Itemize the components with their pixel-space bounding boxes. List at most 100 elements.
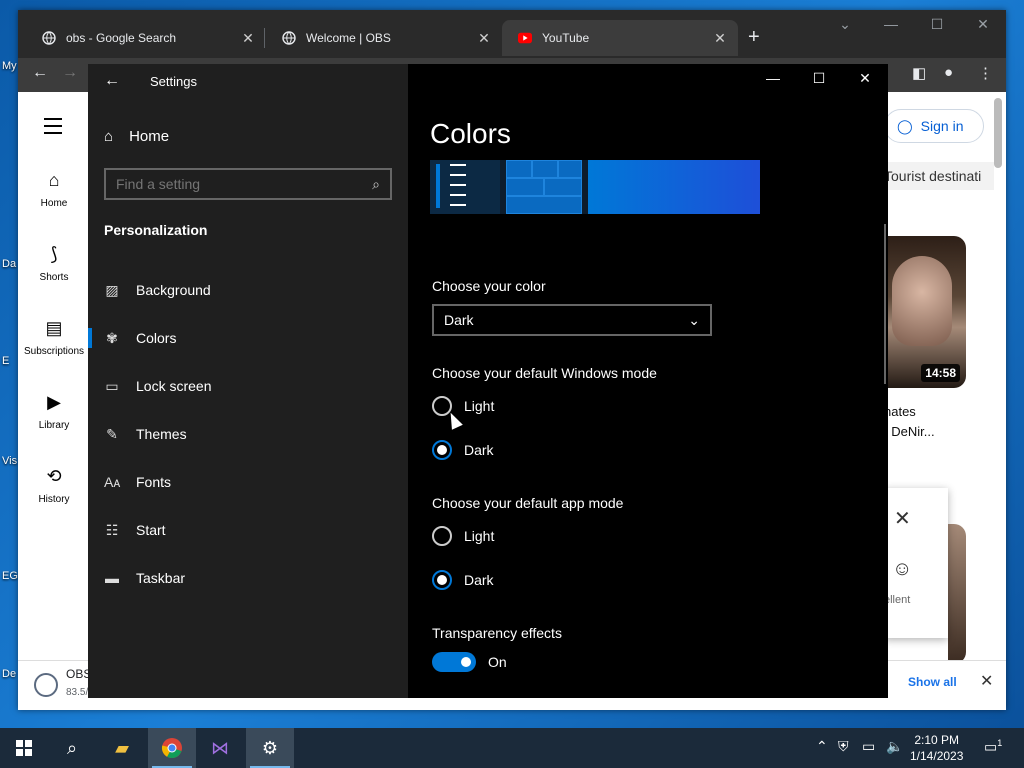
toggle-state: On bbox=[488, 654, 507, 670]
close-icon[interactable]: ✕ bbox=[712, 30, 728, 47]
close-window-icon[interactable]: ✕ bbox=[968, 16, 998, 33]
close-window-icon[interactable]: ✕ bbox=[850, 70, 880, 87]
visual-studio-icon[interactable]: ⋈ bbox=[196, 728, 244, 768]
start-icon: ☷ bbox=[105, 521, 119, 538]
windows-mode-light-radio[interactable]: Light bbox=[432, 396, 494, 416]
back-arrow-icon[interactable]: ← bbox=[32, 64, 48, 82]
tab-search-icon[interactable]: ⌄ bbox=[830, 16, 860, 33]
scrollbar[interactable] bbox=[994, 98, 1002, 168]
desktop-icon-label[interactable]: E bbox=[2, 355, 9, 367]
windows-start-icon[interactable] bbox=[0, 728, 48, 768]
youtube-sidebar: ⌂ Home ⟆ Shorts ▤ Subscriptions ▶ Librar… bbox=[18, 92, 90, 710]
nav-subscriptions[interactable]: ▤ Subscriptions bbox=[18, 318, 90, 357]
smiley-icon[interactable]: ☺ bbox=[892, 558, 912, 581]
radio-circle[interactable] bbox=[432, 440, 452, 460]
toggle-switch[interactable] bbox=[432, 652, 476, 672]
search-box[interactable]: ⌕ bbox=[104, 168, 392, 200]
search-icon[interactable]: ⌕ bbox=[372, 176, 380, 193]
network-icon[interactable]: ▭ bbox=[862, 738, 875, 755]
close-icon[interactable]: ✕ bbox=[980, 671, 993, 691]
desktop-icon-label[interactable]: My bbox=[2, 60, 17, 72]
settings-item-label: Lock screen bbox=[136, 378, 212, 394]
notification-icon[interactable]: ▭1 bbox=[984, 738, 1002, 756]
chevron-up-icon[interactable]: ⌃ bbox=[816, 738, 828, 755]
show-all-button[interactable]: Show all bbox=[908, 675, 957, 689]
settings-item-taskbar[interactable]: ▬ Taskbar bbox=[88, 558, 408, 598]
volume-icon[interactable]: 🔈 bbox=[886, 738, 903, 755]
feedback-popup: ✕ ☺ ellent bbox=[884, 488, 948, 638]
settings-item-lock-screen[interactable]: ▭ Lock screen bbox=[88, 366, 408, 406]
tab-google-search[interactable]: obs - Google Search ✕ bbox=[26, 20, 266, 56]
minimize-icon[interactable]: — bbox=[876, 16, 906, 32]
nav-library[interactable]: ▶ Library bbox=[18, 392, 90, 431]
video-title[interactable]: nates t DeNir... bbox=[884, 402, 984, 442]
forward-arrow-icon[interactable]: → bbox=[62, 64, 78, 82]
scrollbar[interactable] bbox=[884, 224, 886, 384]
close-icon[interactable]: ✕ bbox=[240, 30, 256, 47]
more-menu-icon[interactable]: ⋮ bbox=[978, 64, 993, 82]
close-icon[interactable]: ✕ bbox=[894, 506, 911, 531]
search-icon[interactable]: ⌕ bbox=[48, 728, 96, 768]
subscriptions-icon: ▤ bbox=[45, 318, 63, 338]
sidebar-icon[interactable]: ◧ bbox=[912, 64, 926, 82]
clock[interactable]: 2:10 PM 1/14/2023 bbox=[910, 732, 963, 764]
profile-icon[interactable]: ● bbox=[944, 64, 953, 81]
maximize-icon[interactable]: ☐ bbox=[922, 16, 952, 33]
lock-screen-icon: ▭ bbox=[105, 377, 119, 394]
tab-label: Welcome | OBS bbox=[306, 31, 391, 45]
radio-circle[interactable] bbox=[432, 570, 452, 590]
download-file-icon[interactable] bbox=[34, 673, 58, 697]
youtube-icon bbox=[518, 31, 532, 45]
settings-content: — ☐ ✕ Colors Choose your color Dark ⌄ Ch… bbox=[408, 64, 888, 698]
maximize-icon[interactable]: ☐ bbox=[804, 70, 834, 87]
desktop-icon-label[interactable]: De bbox=[2, 668, 16, 680]
minimize-icon[interactable]: — bbox=[758, 70, 788, 86]
color-mode-dropdown[interactable]: Dark ⌄ bbox=[432, 304, 712, 336]
settings-item-background[interactable]: ▨ Background bbox=[88, 270, 408, 310]
video-thumbnail[interactable]: 14:58 bbox=[884, 236, 966, 388]
filter-chip[interactable]: Tourist destinati bbox=[884, 162, 994, 190]
settings-item-colors[interactable]: ✾ Colors bbox=[88, 318, 408, 358]
settings-gear-icon[interactable]: ⚙ bbox=[246, 728, 294, 768]
clock-time: 2:10 PM bbox=[914, 733, 960, 747]
section-heading: Personalization bbox=[104, 222, 208, 238]
settings-item-themes[interactable]: ✎ Themes bbox=[88, 414, 408, 454]
history-icon: ⟲ bbox=[46, 466, 62, 486]
clock-date: 1/14/2023 bbox=[910, 749, 964, 763]
page-title: Colors bbox=[430, 118, 511, 149]
nav-history[interactable]: ⟲ History bbox=[18, 466, 90, 505]
home-icon: ⌂ bbox=[104, 128, 114, 145]
preview-accent bbox=[588, 160, 760, 214]
app-mode-dark-radio[interactable]: Dark bbox=[432, 570, 494, 590]
settings-item-fonts[interactable]: Aᴀ Fonts bbox=[88, 462, 408, 502]
desktop-icon-label[interactable]: Da bbox=[2, 258, 16, 270]
tab-youtube[interactable]: YouTube ✕ bbox=[502, 20, 738, 56]
desktop-icon-label[interactable]: EG bbox=[2, 570, 18, 582]
video-title-line: t DeNir... bbox=[884, 424, 935, 439]
transparency-toggle[interactable]: On bbox=[432, 652, 507, 672]
close-icon[interactable]: ✕ bbox=[476, 30, 492, 47]
file-explorer-icon[interactable]: ▰ bbox=[98, 728, 146, 768]
chrome-icon[interactable] bbox=[148, 728, 196, 768]
taskbar: ⌕ ▰ ⋈ ⚙ ⌃ ⛨ ▭ 🔈 2:10 PM 1/14/2023 ▭1 bbox=[0, 728, 1024, 768]
search-input[interactable] bbox=[116, 176, 356, 192]
app-mode-light-radio[interactable]: Light bbox=[432, 526, 494, 546]
radio-circle[interactable] bbox=[432, 526, 452, 546]
settings-item-label: Fonts bbox=[136, 474, 172, 490]
hamburger-menu-icon[interactable] bbox=[44, 118, 62, 139]
settings-item-start[interactable]: ☷ Start bbox=[88, 510, 408, 550]
radio-label: Dark bbox=[464, 442, 494, 458]
new-tab-button[interactable]: + bbox=[748, 26, 760, 49]
video-thumbnail[interactable] bbox=[948, 524, 966, 664]
desktop-icon-label[interactable]: Vis bbox=[2, 455, 17, 467]
sign-in-label: Sign in bbox=[920, 118, 964, 134]
security-icon[interactable]: ⛨ bbox=[838, 738, 849, 755]
back-arrow-icon[interactable]: ← bbox=[104, 72, 120, 90]
sign-in-button[interactable]: ◯ Sign in bbox=[884, 109, 984, 143]
windows-mode-dark-radio[interactable]: Dark bbox=[432, 440, 494, 460]
nav-shorts[interactable]: ⟆ Shorts bbox=[18, 244, 90, 283]
settings-home-link[interactable]: ⌂ Home bbox=[104, 128, 169, 145]
nav-home[interactable]: ⌂ Home bbox=[18, 170, 90, 209]
download-size: 83.5/ bbox=[66, 687, 89, 698]
tab-welcome-obs[interactable]: Welcome | OBS ✕ bbox=[266, 20, 502, 56]
